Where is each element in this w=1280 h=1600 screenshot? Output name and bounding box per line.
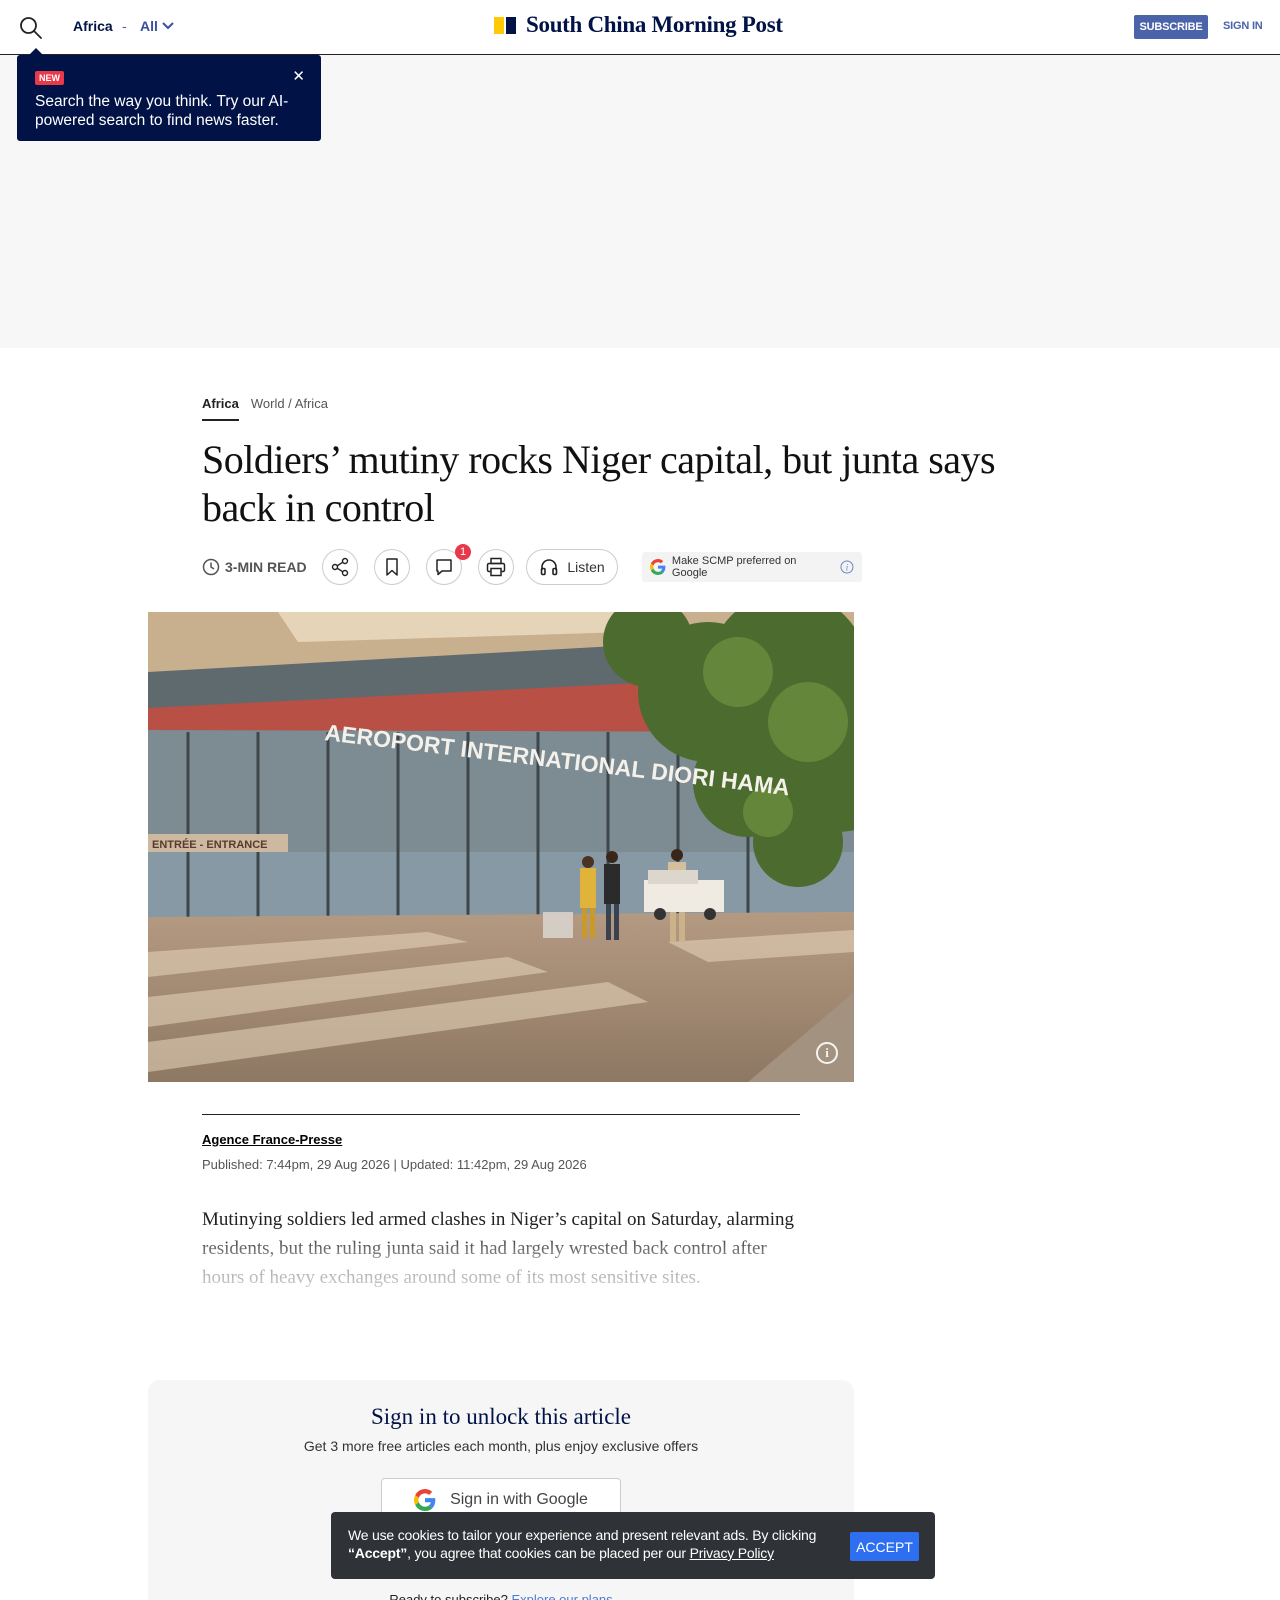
google-g-icon (414, 1489, 436, 1511)
share-button[interactable] (322, 549, 358, 585)
explore-plans-link[interactable]: Explore our plans (511, 1592, 612, 1600)
svg-text:i: i (846, 562, 849, 572)
article-headline: Soldiers’ mutiny rocks Niger capital, bu… (202, 437, 996, 530)
google-pref-label: Make SCMP preferred on Google (671, 555, 797, 579)
print-button[interactable] (478, 549, 514, 585)
breadcrumb-secondary[interactable]: World / Africa (251, 396, 328, 421)
bookmark-icon (386, 558, 398, 576)
print-icon (486, 557, 506, 577)
google-g-icon (650, 559, 666, 575)
cookie-banner: We use cookies to tailor your experience… (331, 1512, 935, 1579)
read-time: 3-MIN READ (202, 558, 307, 576)
read-time-label: 3-MIN READ (225, 559, 307, 575)
comments-button[interactable]: 1 (426, 544, 471, 585)
bookmark-button[interactable] (374, 549, 410, 585)
accept-cookies-button[interactable]: ACCEPT (850, 1532, 919, 1561)
cookie-text-part-1: We use cookies to tailor your experience… (348, 1527, 817, 1543)
listen-button[interactable]: Listen (526, 549, 618, 585)
breadcrumb: Africa World / Africa (202, 396, 328, 421)
publish-dates: Published: 7:44pm, 29 Aug 2026 | Updated… (202, 1157, 587, 1172)
tooltip-text: Search the way you think. Try our AI-pow… (35, 93, 289, 129)
privacy-policy-link[interactable]: Privacy Policy (690, 1545, 775, 1561)
info-icon[interactable]: i (840, 560, 854, 574)
logo-mark-icon (494, 16, 516, 34)
scmp-logo[interactable]: South China Morning Post (494, 12, 783, 38)
chevron-down-icon (162, 22, 174, 30)
byline-divider (202, 1114, 800, 1115)
ready-to-subscribe: Ready to subscribe? Explore our plans (148, 1592, 854, 1600)
section-name[interactable]: Africa (73, 18, 113, 34)
google-preferred-button[interactable]: Make SCMP preferred on Google i (642, 552, 862, 582)
signin-subtitle: Get 3 more free articles each month, plu… (303, 1438, 699, 1454)
paywall-fade (195, 1232, 825, 1312)
close-icon[interactable]: ✕ (292, 67, 305, 85)
entrance-sign-text: ENTRÉE - ENTRANCE (152, 838, 268, 851)
cookie-accept-quote: “Accept” (348, 1545, 408, 1561)
google-signin-label: Sign in with Google (450, 1491, 588, 1508)
all-sections-label: All (140, 18, 158, 34)
ai-search-tooltip: NEW Search the way you think. Try our AI… (17, 48, 321, 141)
new-badge: NEW (35, 71, 64, 85)
clock-icon (202, 558, 220, 576)
ready-prefix: Ready to subscribe? (389, 1592, 508, 1600)
listen-label: Listen (567, 559, 605, 575)
image-info-icon[interactable]: i (816, 1042, 838, 1064)
comment-count-badge: 1 (455, 544, 471, 560)
site-header: Africa - All South China Morning Post SU… (0, 0, 1280, 55)
logo-text: South China Morning Post (526, 12, 783, 37)
cookie-text: We use cookies to tailor your experience… (348, 1526, 833, 1562)
author-link[interactable]: Agence France-Presse (202, 1132, 342, 1147)
signin-title: Sign in to unlock this article (371, 1404, 631, 1429)
sign-in-link[interactable]: SIGN IN (1223, 20, 1263, 32)
share-icon (331, 557, 349, 577)
section-separator: - (122, 18, 127, 34)
breadcrumb-primary[interactable]: Africa (202, 396, 239, 421)
comment-icon (436, 559, 452, 576)
cookie-text-part-2: , you agree that cookies can be placed p… (407, 1545, 690, 1561)
article-toolbar: 3-MIN READ 1 Listen Make SCMP preferred … (202, 544, 902, 588)
search-icon[interactable] (18, 15, 44, 41)
subscribe-button[interactable]: SUBSCRIBE (1134, 15, 1208, 39)
all-sections-dropdown[interactable]: All (140, 18, 175, 34)
headphones-icon (541, 559, 558, 576)
hero-image: AEROPORT INTERNATIONAL DIORI HAMA ENTRÉE… (148, 612, 854, 1082)
